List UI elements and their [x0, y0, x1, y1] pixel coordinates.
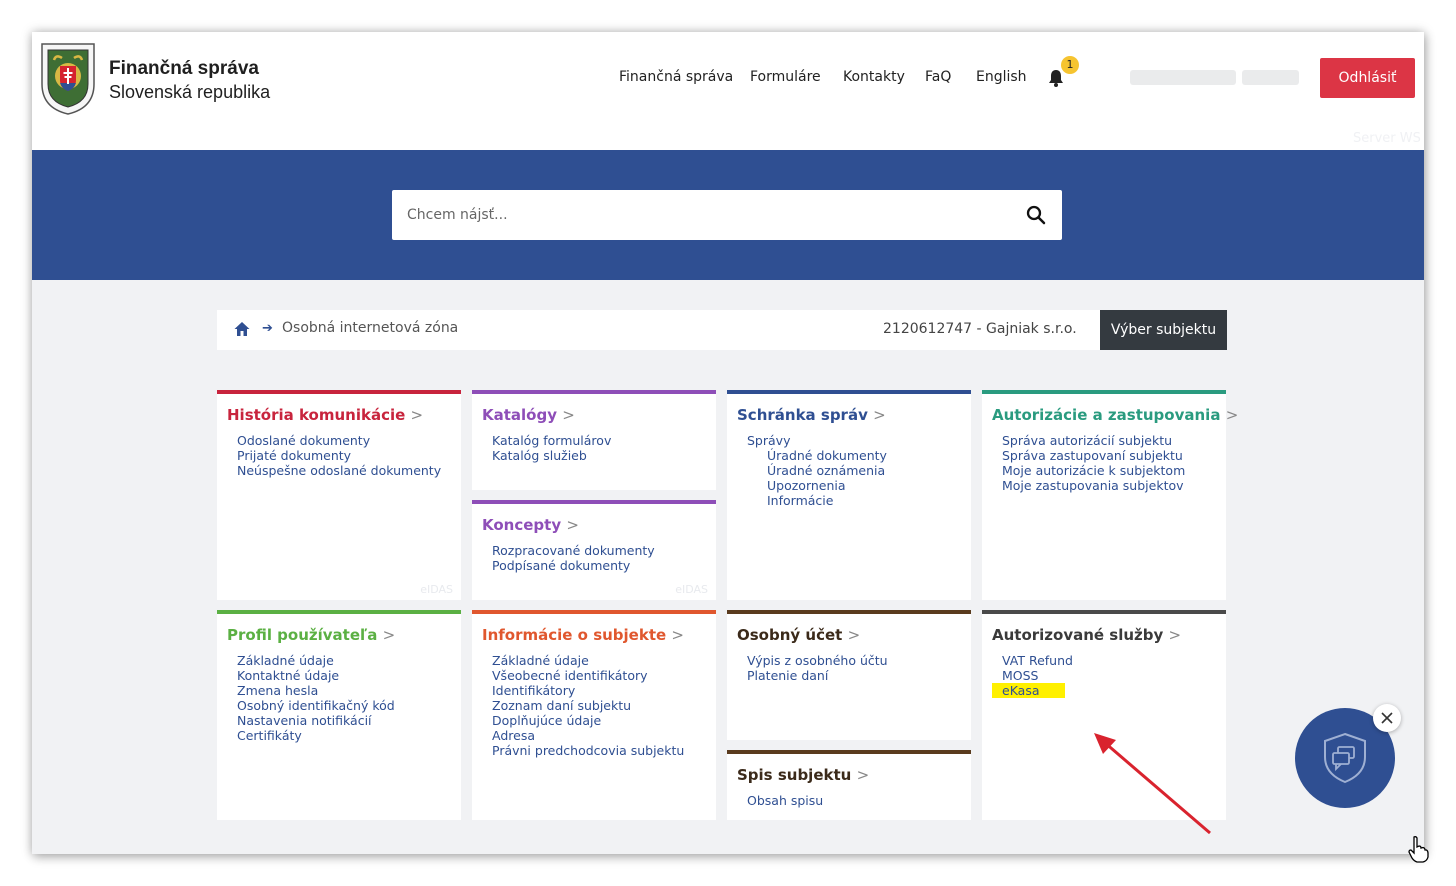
nav-english[interactable]: English — [976, 69, 1027, 85]
card-title-profil[interactable]: Profil používateľa > — [227, 626, 395, 644]
card-title-schranka[interactable]: Schránka správ > — [737, 406, 886, 424]
link-zoznam-dani[interactable]: Zoznam daní subjektu — [492, 698, 684, 713]
link-sprava-zastupovani[interactable]: Správa zastupovaní subjektu — [1002, 448, 1185, 463]
link-rozpracovane-dokumenty[interactable]: Rozpracované dokumenty — [492, 543, 655, 558]
link-vseobecne-identifikatory[interactable]: Všeobecné identifikátory — [492, 668, 684, 683]
selected-subject: 2120612747 - Gajniak s.r.o. — [883, 321, 1077, 337]
card-title-historia[interactable]: História komunikácie > — [227, 406, 423, 424]
link-osobny-identifikacny-kod[interactable]: Osobný identifikačný kód — [237, 698, 395, 713]
link-informacie[interactable]: Informácie — [747, 493, 887, 508]
link-spravy[interactable]: Správy — [747, 433, 887, 448]
card-title-katalogy[interactable]: Katalógy > — [482, 406, 575, 424]
brand-title: Finančná správa — [109, 58, 259, 79]
link-neuspesne-odoslane[interactable]: Neúspešne odoslané dokumenty — [237, 463, 441, 478]
card-title-koncepty[interactable]: Koncepty > — [482, 516, 579, 534]
user-id-blurred — [1242, 70, 1299, 85]
card-informacie-o-subjekte: Informácie o subjekte > Základné údaje V… — [472, 610, 716, 820]
link-prijate-dokumenty[interactable]: Prijaté dokumenty — [237, 448, 441, 463]
search-icon[interactable] — [1026, 205, 1046, 225]
select-subject-button[interactable]: Výber subjektu — [1100, 310, 1227, 350]
card-title-spis[interactable]: Spis subjektu > — [737, 766, 869, 784]
chat-close-button[interactable] — [1373, 704, 1401, 732]
card-title-autorizovane-sluzby[interactable]: Autorizované služby > — [992, 626, 1181, 644]
link-doplnujuce-udaje[interactable]: Doplňujúce údaje — [492, 713, 684, 728]
notification-badge: 1 — [1061, 56, 1079, 74]
card-schranka-sprav: Schránka správ > Správy Úradné dokumenty… — [727, 390, 971, 600]
nav-formulare[interactable]: Formuláre — [750, 69, 821, 85]
search-band — [32, 150, 1424, 280]
link-platenie-dani[interactable]: Platenie daní — [747, 668, 888, 683]
link-pravni-predchodcovia[interactable]: Právni predchodcovia subjektu — [492, 743, 684, 758]
nav-financna-sprava[interactable]: Finančná správa — [619, 69, 733, 85]
link-subjekt-zakladne-udaje[interactable]: Základné údaje — [492, 653, 684, 668]
hand-cursor-icon — [1408, 836, 1429, 863]
nav-faq[interactable]: FaQ — [925, 69, 951, 85]
link-nastavenia-notifikacii[interactable]: Nastavenia notifikácií — [237, 713, 395, 728]
card-historia-komunikacie: História komunikácie > Odoslané dokument… — [217, 390, 461, 600]
link-vypis-z-uctu[interactable]: Výpis z osobného účtu — [747, 653, 888, 668]
eidas-label: eIDAS — [675, 583, 708, 596]
link-moje-autorizacie[interactable]: Moje autorizácie k subjektom — [1002, 463, 1185, 478]
link-vat-refund[interactable]: VAT Refund — [1002, 653, 1073, 668]
logout-button[interactable]: Odhlásiť — [1320, 58, 1415, 98]
link-identifikatory[interactable]: Identifikátory — [492, 683, 684, 698]
link-katalog-formularov[interactable]: Katalóg formulárov — [492, 433, 611, 448]
card-title-informacie[interactable]: Informácie o subjekte > — [482, 626, 684, 644]
link-certifikaty[interactable]: Certifikáty — [237, 728, 395, 743]
breadcrumb-current: Osobná internetová zóna — [282, 320, 459, 336]
financna-sprava-logo[interactable] — [38, 40, 98, 116]
link-uradne-oznamenia[interactable]: Úradné oznámenia — [747, 463, 887, 478]
search-box — [392, 190, 1062, 240]
link-adresa[interactable]: Adresa — [492, 728, 684, 743]
nav-kontakty[interactable]: Kontakty — [843, 69, 905, 85]
link-katalog-sluzieb[interactable]: Katalóg služieb — [492, 448, 611, 463]
link-kontaktne-udaje[interactable]: Kontaktné údaje — [237, 668, 395, 683]
link-upozornenia[interactable]: Upozornenia — [747, 478, 887, 493]
annotation-arrow — [1094, 733, 1211, 834]
arrow-right-icon: ➔ — [262, 321, 273, 336]
brand-subtitle: Slovenská republika — [109, 82, 271, 102]
eidas-label: eIDAS — [420, 583, 453, 596]
server-label: Server WS — [1353, 131, 1421, 146]
link-zakladne-udaje[interactable]: Základné údaje — [237, 653, 395, 668]
card-autorizacie-zastupovania: Autorizácie a zastupovania > Správa auto… — [982, 390, 1238, 600]
link-zmena-hesla[interactable]: Zmena hesla — [237, 683, 395, 698]
site-header: Finančná správa Slovenská republika Fina… — [32, 32, 1424, 150]
link-sprava-autorizacii[interactable]: Správa autorizácií subjektu — [1002, 433, 1185, 448]
link-ekasa[interactable]: eKasa — [992, 683, 1065, 698]
card-profil-pouzivatela: Profil používateľa > Základné údaje Kont… — [217, 610, 461, 820]
link-podpisane-dokumenty[interactable]: Podpísané dokumenty — [492, 558, 655, 573]
browser-page: Finančná správa Slovenská republika Fina… — [32, 32, 1424, 854]
link-uradne-dokumenty[interactable]: Úradné dokumenty — [747, 448, 887, 463]
search-input[interactable] — [392, 190, 1012, 240]
link-moss[interactable]: MOSS — [1002, 668, 1073, 683]
card-koncepty: Koncepty > Rozpracované dokumenty Podpís… — [472, 500, 716, 600]
link-obsah-spisu[interactable]: Obsah spisu — [747, 793, 823, 808]
card-title-autorizacie[interactable]: Autorizácie a zastupovania > — [992, 406, 1238, 424]
user-name-blurred — [1130, 70, 1236, 85]
chat-shield-icon — [1324, 732, 1366, 784]
card-title-osobny-ucet[interactable]: Osobný účet > — [737, 626, 860, 644]
close-icon — [1381, 712, 1393, 724]
card-katalogy: Katalógy > Katalóg formulárov Katalóg sl… — [472, 390, 716, 490]
card-osobny-ucet: Osobný účet > Výpis z osobného účtu Plat… — [727, 610, 971, 740]
link-moje-zastupovania[interactable]: Moje zastupovania subjektov — [1002, 478, 1185, 493]
link-odoslane-dokumenty[interactable]: Odoslané dokumenty — [237, 433, 441, 448]
card-spis-subjektu: Spis subjektu > Obsah spisu — [727, 750, 971, 820]
home-icon[interactable] — [233, 320, 251, 338]
breadcrumb: ➔ Osobná internetová zóna 2120612747 - G… — [217, 310, 1227, 350]
